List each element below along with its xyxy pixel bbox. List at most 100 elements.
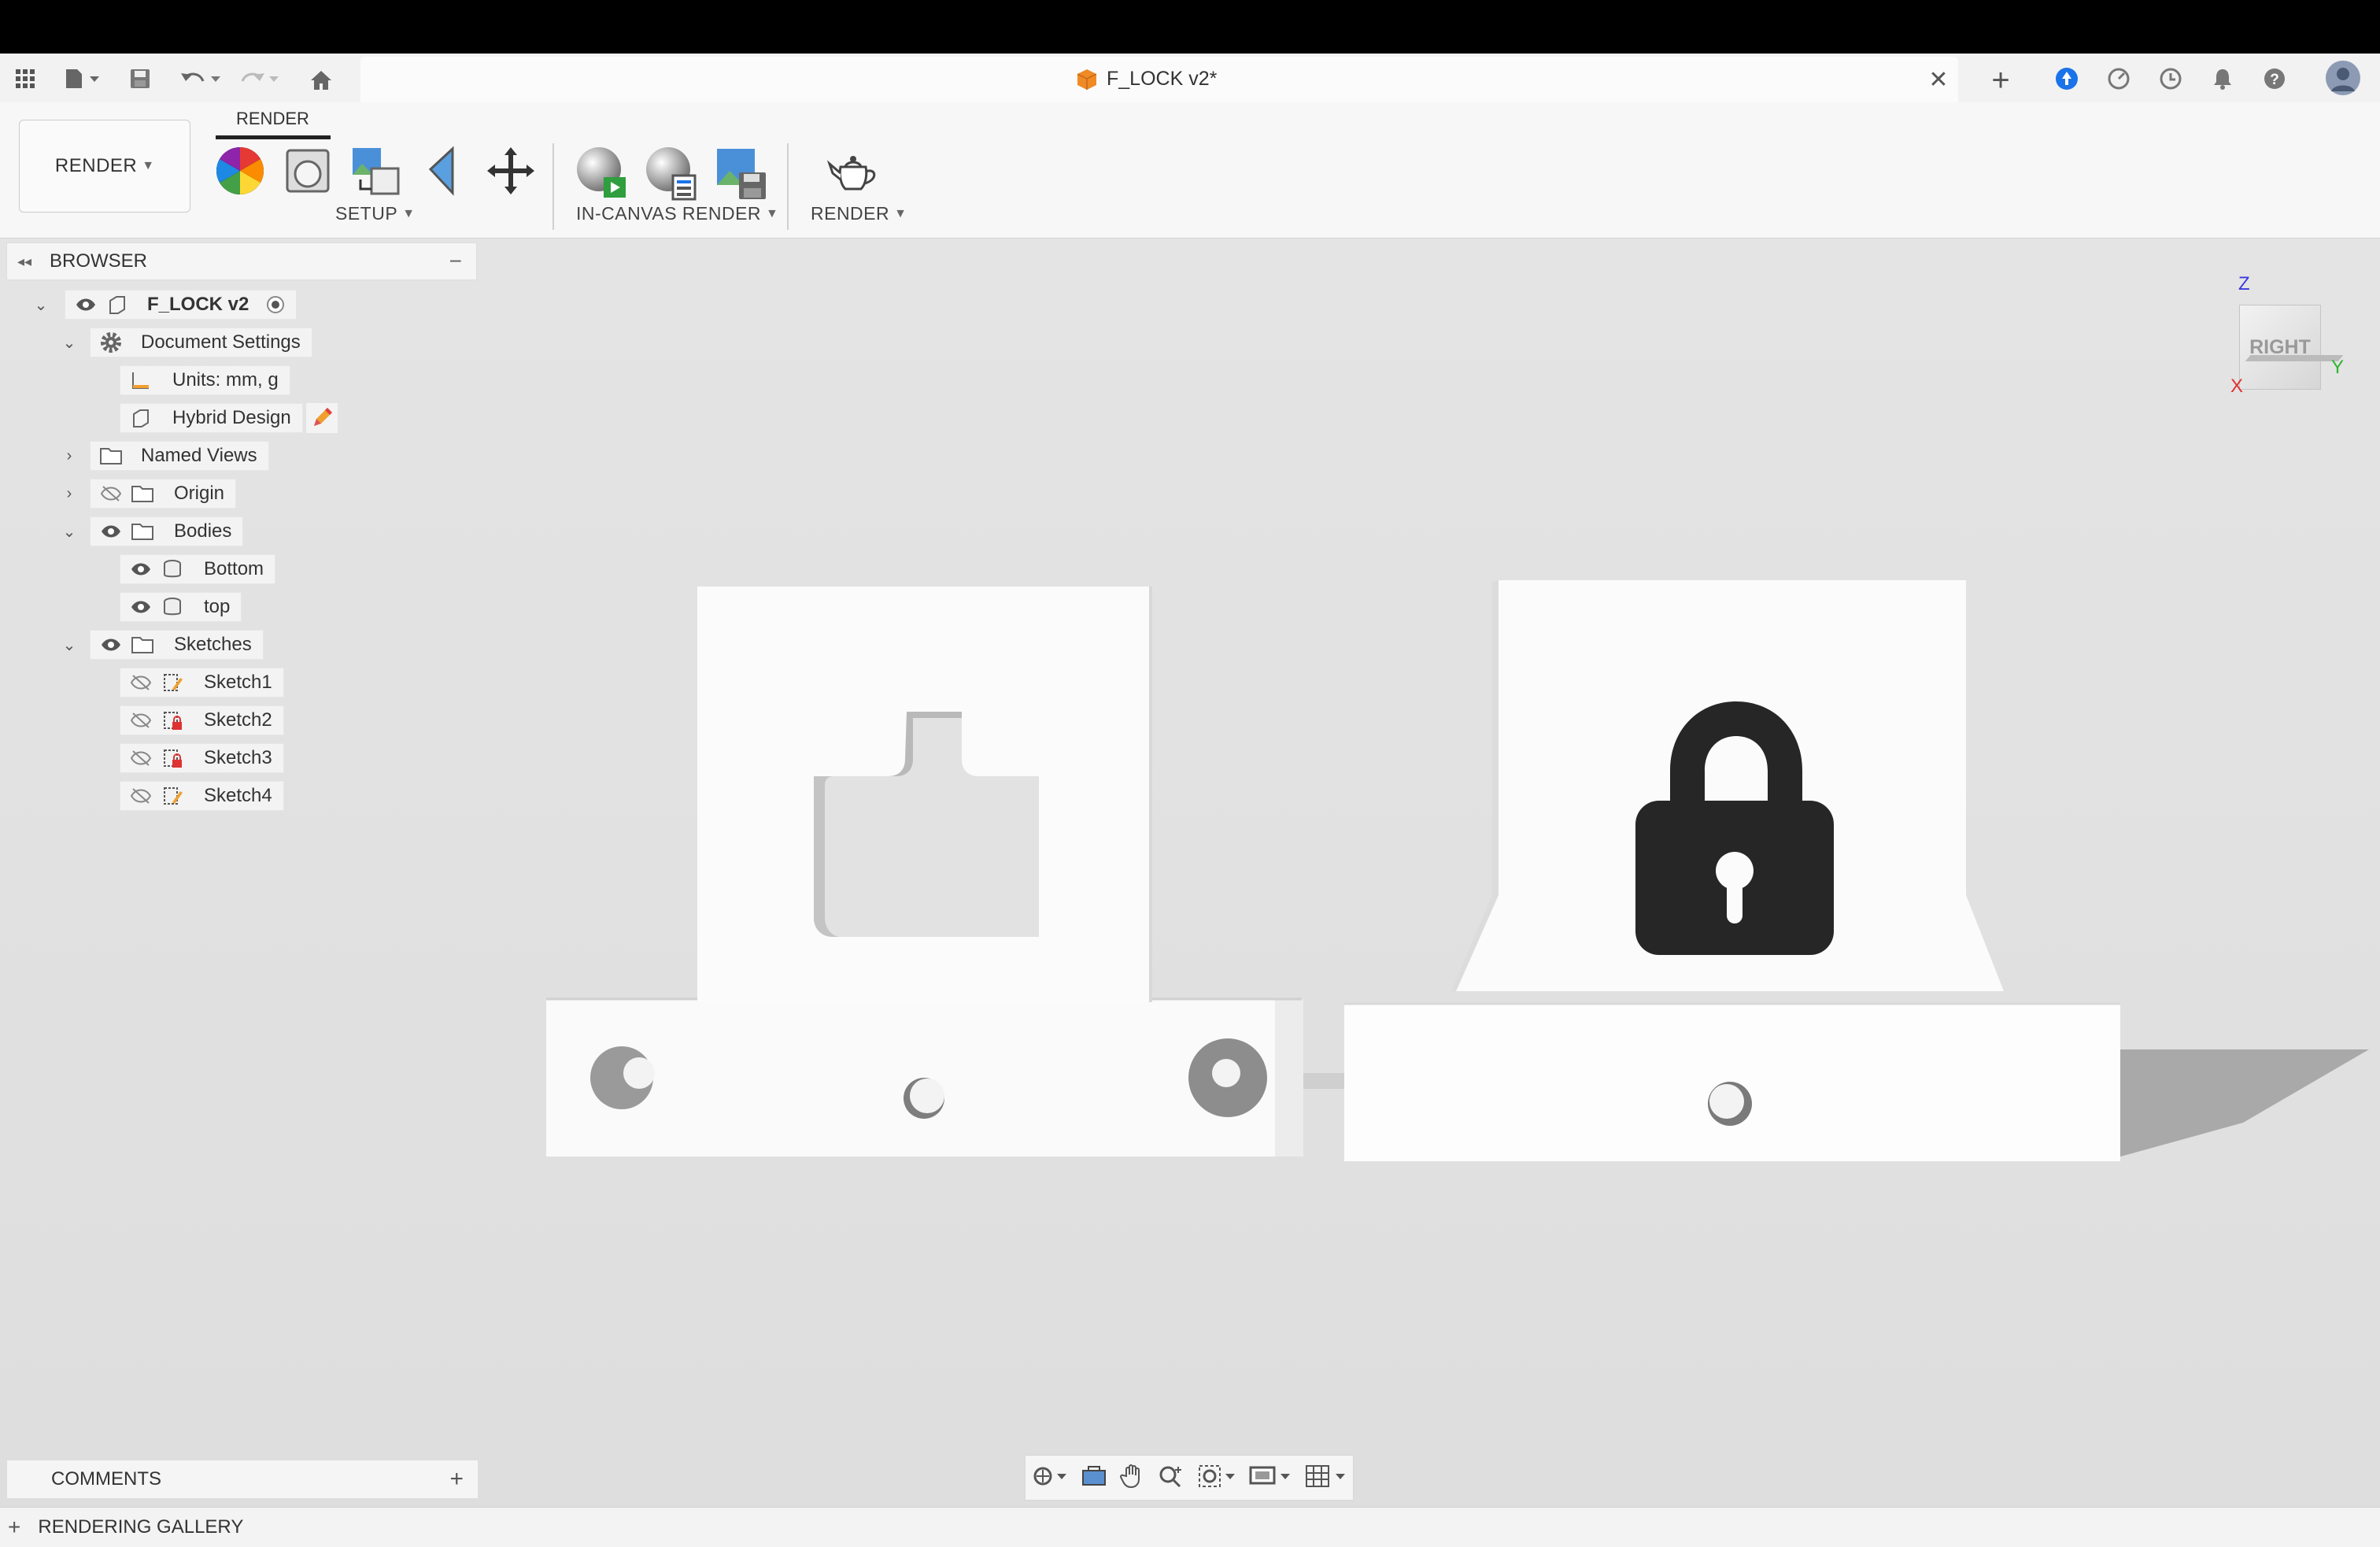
comments-panel[interactable]: COMMENTS + xyxy=(6,1460,479,1499)
home-icon[interactable] xyxy=(305,65,337,96)
gear-icon xyxy=(95,328,127,357)
units-ruler-icon xyxy=(125,365,157,395)
visibility-eye-icon[interactable] xyxy=(125,554,157,584)
appearance-color-wheel-icon[interactable] xyxy=(213,143,268,198)
workspace-switcher-button[interactable]: RENDER ▼ xyxy=(19,120,190,213)
redo-icon[interactable] xyxy=(236,63,283,94)
folder-icon xyxy=(127,479,158,509)
job-status-icon[interactable] xyxy=(2051,63,2082,94)
visibility-eye-icon[interactable] xyxy=(125,592,157,622)
scene-settings-icon[interactable] xyxy=(280,143,335,198)
add-comment-plus-icon[interactable]: + xyxy=(449,1466,464,1493)
tree-item-label: Sketches xyxy=(174,634,252,655)
apps-grid-icon[interactable] xyxy=(9,63,41,94)
undo-icon[interactable] xyxy=(178,63,225,94)
render-teapot-icon[interactable] xyxy=(823,143,883,203)
rendering-gallery-label: RENDERING GALLERY xyxy=(38,1516,244,1538)
help-icon[interactable]: ? xyxy=(2259,63,2290,94)
close-tab-icon[interactable]: ✕ xyxy=(1927,67,1950,93)
tree-root-row[interactable]: ⌄ F_LOCK v2 xyxy=(28,290,298,320)
tree-item-sketches[interactable]: ⌄ Sketches xyxy=(57,630,264,660)
visibility-hidden-eye-icon[interactable] xyxy=(125,668,157,698)
chevron-down-icon[interactable]: ⌄ xyxy=(57,522,82,542)
visibility-eye-icon[interactable] xyxy=(95,516,127,546)
sketch-icon xyxy=(157,781,188,811)
texture-map-icon[interactable] xyxy=(348,143,403,198)
pan-hand-icon[interactable] xyxy=(1120,1464,1145,1493)
browser-header: ◂◂ BROWSER − xyxy=(6,242,477,280)
tree-item-sketch4[interactable]: Sketch4 xyxy=(120,781,284,811)
notifications-bell-icon[interactable] xyxy=(2207,63,2238,94)
edit-pencil-icon[interactable] xyxy=(305,403,338,433)
user-avatar[interactable] xyxy=(2323,58,2363,98)
expand-gallery-plus-icon[interactable]: + xyxy=(8,1515,20,1540)
tree-item-bodies[interactable]: ⌄ Bodies xyxy=(57,516,244,546)
in-canvas-render-settings-icon[interactable] xyxy=(642,143,702,203)
tree-item-label: Units: mm, g xyxy=(172,369,279,390)
collapse-panel-icon[interactable]: ◂◂ xyxy=(7,254,42,270)
bottom-body[interactable] xyxy=(546,587,1303,1157)
setup-group-menu[interactable]: SETUP ▼ xyxy=(335,203,415,224)
decal-icon[interactable] xyxy=(416,143,471,198)
chevron-down-icon[interactable]: ⌄ xyxy=(28,295,54,315)
render-group-menu[interactable]: RENDER ▼ xyxy=(811,203,907,224)
document-tab[interactable]: F_LOCK v2* ✕ xyxy=(360,57,1958,102)
rendering-gallery-bar[interactable]: + RENDERING GALLERY xyxy=(0,1507,2380,1547)
tree-item-body-bottom[interactable]: Bottom xyxy=(120,554,276,584)
component-icon xyxy=(102,290,133,320)
tree-item-body-top[interactable]: top xyxy=(120,592,242,622)
history-icon[interactable] xyxy=(2155,63,2186,94)
tree-item-sketch1[interactable]: Sketch1 xyxy=(120,668,284,698)
tree-item-sketch3[interactable]: Sketch3 xyxy=(120,743,284,773)
minimize-panel-icon[interactable]: − xyxy=(449,249,462,274)
new-tab-plus-icon[interactable]: + xyxy=(1985,63,2016,98)
tree-item-label: Sketch2 xyxy=(204,709,272,731)
tree-item-named-views[interactable]: › Named Views xyxy=(57,441,269,471)
tree-item-origin[interactable]: › Origin xyxy=(57,479,237,509)
display-settings-icon[interactable] xyxy=(1249,1464,1292,1493)
tree-item-sketch2[interactable]: Sketch2 xyxy=(120,705,284,735)
tree-item-label: Sketch4 xyxy=(204,785,272,806)
activate-radio-icon[interactable] xyxy=(260,290,291,320)
visibility-hidden-eye-icon[interactable] xyxy=(95,479,127,509)
capture-image-icon[interactable] xyxy=(711,143,771,203)
visibility-eye-icon[interactable] xyxy=(70,290,102,320)
save-icon[interactable] xyxy=(124,63,156,94)
chevron-right-icon[interactable]: › xyxy=(57,447,82,465)
chevron-down-icon[interactable]: ⌄ xyxy=(57,333,82,353)
move-icon[interactable] xyxy=(483,143,538,198)
active-tab-underline xyxy=(216,135,331,139)
look-at-icon[interactable] xyxy=(1081,1464,1107,1492)
orbit-icon[interactable] xyxy=(1032,1464,1068,1492)
zoom-icon[interactable] xyxy=(1158,1464,1184,1493)
ground-shadow xyxy=(1299,1073,1346,1089)
axis-z-label: Z xyxy=(2238,273,2250,294)
chevron-down-icon[interactable]: ⌄ xyxy=(57,635,82,655)
file-menu-icon[interactable] xyxy=(60,63,107,94)
grid-settings-icon[interactable] xyxy=(1304,1464,1347,1493)
extensions-icon[interactable] xyxy=(2103,63,2134,94)
fit-window-icon[interactable] xyxy=(1197,1464,1236,1493)
in-canvas-render-icon[interactable] xyxy=(573,143,633,203)
ground-shadow xyxy=(2109,1049,2369,1160)
tree-item-document-settings[interactable]: ⌄ Document Settings xyxy=(57,328,312,357)
tree-item-label: Document Settings xyxy=(141,331,301,353)
visibility-hidden-eye-icon[interactable] xyxy=(125,705,157,735)
axis-y-label: Y xyxy=(2331,357,2345,378)
top-body[interactable] xyxy=(1344,580,2120,1161)
locked-sketch-icon xyxy=(157,705,188,735)
model-canvas[interactable] xyxy=(0,239,2380,1508)
visibility-eye-icon[interactable] xyxy=(95,630,127,660)
tree-item-units[interactable]: Units: mm, g xyxy=(120,365,290,395)
canvas-viewport[interactable]: RIGHT Z Y X xyxy=(0,239,2380,1508)
tree-item-hybrid-design[interactable]: Hybrid Design xyxy=(120,403,338,433)
visibility-hidden-eye-icon[interactable] xyxy=(125,781,157,811)
browser-title: BROWSER xyxy=(50,250,148,272)
chevron-right-icon[interactable]: › xyxy=(57,485,82,503)
tab-render[interactable]: RENDER xyxy=(236,109,309,129)
visibility-hidden-eye-icon[interactable] xyxy=(125,743,157,773)
in-canvas-render-group-menu[interactable]: IN-CANVAS RENDER ▼ xyxy=(576,203,778,224)
tree-item-label: Origin xyxy=(174,483,225,504)
view-cube[interactable]: RIGHT Z Y X xyxy=(2219,270,2369,412)
design-file-icon xyxy=(1074,66,1100,93)
